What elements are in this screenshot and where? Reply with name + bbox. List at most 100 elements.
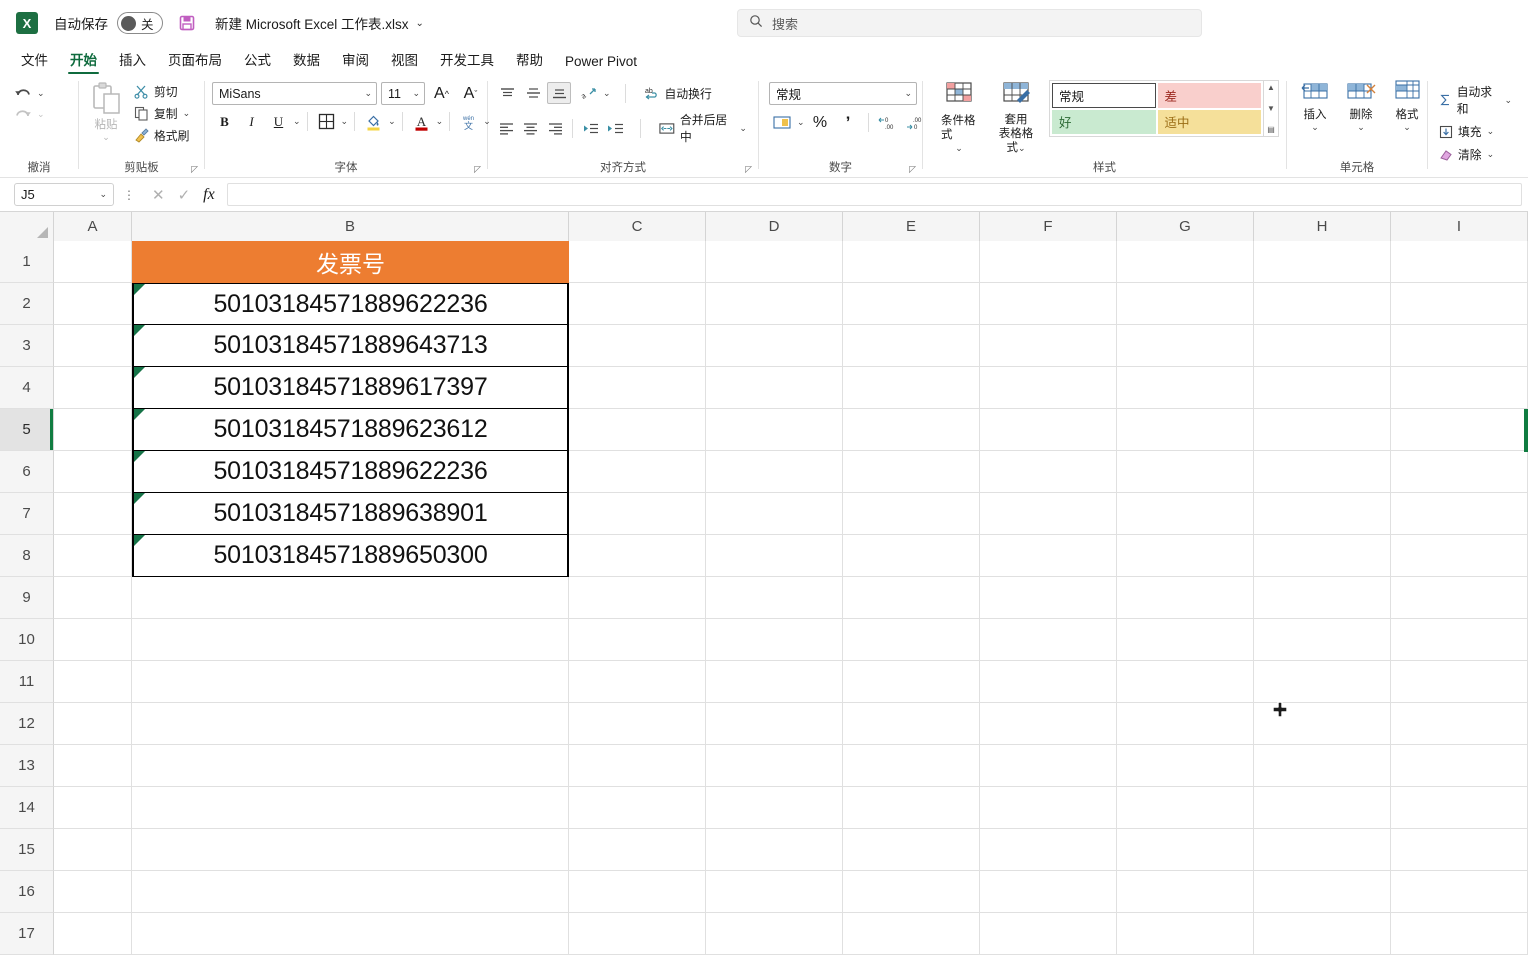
- row-header-13[interactable]: 13: [0, 745, 54, 787]
- tab-help[interactable]: 帮助: [505, 47, 554, 75]
- delete-caret-icon[interactable]: ⌄: [1357, 122, 1365, 133]
- wrap-text-button[interactable]: ab 自动换行: [640, 84, 716, 103]
- decrease-indent-button[interactable]: [579, 117, 601, 139]
- cell-f4[interactable]: [980, 367, 1117, 409]
- cell-b8[interactable]: 50103184571889650300: [132, 535, 569, 577]
- cell-d14[interactable]: [706, 787, 843, 829]
- cell-d9[interactable]: [706, 577, 843, 619]
- text-orientation-button[interactable]: a: [577, 82, 601, 104]
- cell-c12[interactable]: [569, 703, 706, 745]
- align-left-button[interactable]: [495, 117, 517, 139]
- align-right-button[interactable]: [544, 117, 566, 139]
- cell-i14[interactable]: [1391, 787, 1528, 829]
- row-header-5[interactable]: 5: [0, 409, 54, 451]
- cell-i11[interactable]: [1391, 661, 1528, 703]
- cell-b7[interactable]: 50103184571889638901: [132, 493, 569, 535]
- underline-button[interactable]: U: [266, 110, 291, 133]
- cell-d8[interactable]: [706, 535, 843, 577]
- row-header-8[interactable]: 8: [0, 535, 54, 577]
- cell-d5[interactable]: [706, 409, 843, 451]
- cell-e14[interactable]: [843, 787, 980, 829]
- cell-f12[interactable]: [980, 703, 1117, 745]
- cell-i6[interactable]: [1391, 451, 1528, 493]
- cell-e3[interactable]: [843, 325, 980, 367]
- fill-button[interactable]: 填充 ⌄: [1435, 122, 1498, 141]
- cell-c17[interactable]: [569, 913, 706, 955]
- cell-b12[interactable]: [132, 703, 569, 745]
- cell-h3[interactable]: [1254, 325, 1391, 367]
- cell-d11[interactable]: [706, 661, 843, 703]
- font-color-caret-icon[interactable]: ⌄: [436, 116, 444, 127]
- autosum-caret-icon[interactable]: ⌄: [1504, 95, 1512, 106]
- cell-h16[interactable]: [1254, 871, 1391, 913]
- cell-styles-gallery[interactable]: 常规 差 好 适中: [1049, 80, 1264, 137]
- cell-d1[interactable]: [706, 241, 843, 283]
- cell-b6[interactable]: 50103184571889622236: [132, 451, 569, 493]
- cell-f13[interactable]: [980, 745, 1117, 787]
- cell-h14[interactable]: [1254, 787, 1391, 829]
- row-header-6[interactable]: 6: [0, 451, 54, 493]
- row-header-17[interactable]: 17: [0, 913, 54, 955]
- tab-file[interactable]: 文件: [10, 47, 59, 75]
- cell-g2[interactable]: [1117, 283, 1254, 325]
- cell-a12[interactable]: [54, 703, 132, 745]
- cell-b11[interactable]: [132, 661, 569, 703]
- tab-page-layout[interactable]: 页面布局: [157, 47, 233, 75]
- delete-cells-button[interactable]: 删除 ⌄: [1339, 78, 1383, 136]
- cell-e9[interactable]: [843, 577, 980, 619]
- cell-i2[interactable]: [1391, 283, 1528, 325]
- cell-g13[interactable]: [1117, 745, 1254, 787]
- font-dialog-launcher[interactable]: ◸: [474, 164, 481, 175]
- column-header-e[interactable]: E: [843, 212, 980, 241]
- format-cells-button[interactable]: 格式 ⌄: [1385, 78, 1429, 136]
- accounting-format-button[interactable]: [769, 111, 794, 134]
- cell-d16[interactable]: [706, 871, 843, 913]
- cell-e4[interactable]: [843, 367, 980, 409]
- cell-h8[interactable]: [1254, 535, 1391, 577]
- style-neutral[interactable]: 适中: [1157, 109, 1261, 134]
- row-header-15[interactable]: 15: [0, 829, 54, 871]
- cell-c3[interactable]: [569, 325, 706, 367]
- cell-c9[interactable]: [569, 577, 706, 619]
- cell-f10[interactable]: [980, 619, 1117, 661]
- document-title[interactable]: 新建 Microsoft Excel 工作表.xlsx: [215, 13, 409, 33]
- paste-button[interactable]: 粘贴 ⌄: [86, 78, 126, 143]
- borders-caret-icon[interactable]: ⌄: [341, 116, 349, 127]
- cell-a4[interactable]: [54, 367, 132, 409]
- cell-c10[interactable]: [569, 619, 706, 661]
- style-bad[interactable]: 差: [1157, 83, 1261, 108]
- increase-decimal-button[interactable]: 0 .00: [876, 111, 901, 134]
- decrease-font-size-button[interactable]: Aˇ: [458, 82, 483, 105]
- phonetic-guide-button[interactable]: wén 文: [456, 110, 481, 133]
- cell-g14[interactable]: [1117, 787, 1254, 829]
- cell-i10[interactable]: [1391, 619, 1528, 661]
- cell-d3[interactable]: [706, 325, 843, 367]
- percent-style-button[interactable]: %: [808, 111, 833, 134]
- save-icon[interactable]: [177, 13, 197, 33]
- cell-f14[interactable]: [980, 787, 1117, 829]
- cell-e1[interactable]: [843, 241, 980, 283]
- styles-gallery-scrollbar[interactable]: ▲ ▼ ▤: [1264, 80, 1279, 137]
- cell-i3[interactable]: [1391, 325, 1528, 367]
- cell-d13[interactable]: [706, 745, 843, 787]
- formula-bar-more-icon[interactable]: ⋮: [123, 188, 135, 202]
- cell-i15[interactable]: [1391, 829, 1528, 871]
- cell-f11[interactable]: [980, 661, 1117, 703]
- cell-f2[interactable]: [980, 283, 1117, 325]
- cell-d10[interactable]: [706, 619, 843, 661]
- font-color-button[interactable]: A: [409, 110, 434, 133]
- cell-f3[interactable]: [980, 325, 1117, 367]
- cell-i16[interactable]: [1391, 871, 1528, 913]
- cell-h13[interactable]: [1254, 745, 1391, 787]
- cell-f1[interactable]: [980, 241, 1117, 283]
- conditional-formatting-button[interactable]: 条件格式 ⌄: [935, 78, 983, 156]
- cell-f16[interactable]: [980, 871, 1117, 913]
- cell-e16[interactable]: [843, 871, 980, 913]
- cell-i9[interactable]: [1391, 577, 1528, 619]
- column-header-h[interactable]: H: [1254, 212, 1391, 241]
- cell-g1[interactable]: [1117, 241, 1254, 283]
- cancel-entry-icon[interactable]: ✕: [152, 186, 165, 204]
- formula-input[interactable]: [226, 183, 1522, 206]
- cell-b5[interactable]: 50103184571889623612: [132, 409, 569, 451]
- cell-e17[interactable]: [843, 913, 980, 955]
